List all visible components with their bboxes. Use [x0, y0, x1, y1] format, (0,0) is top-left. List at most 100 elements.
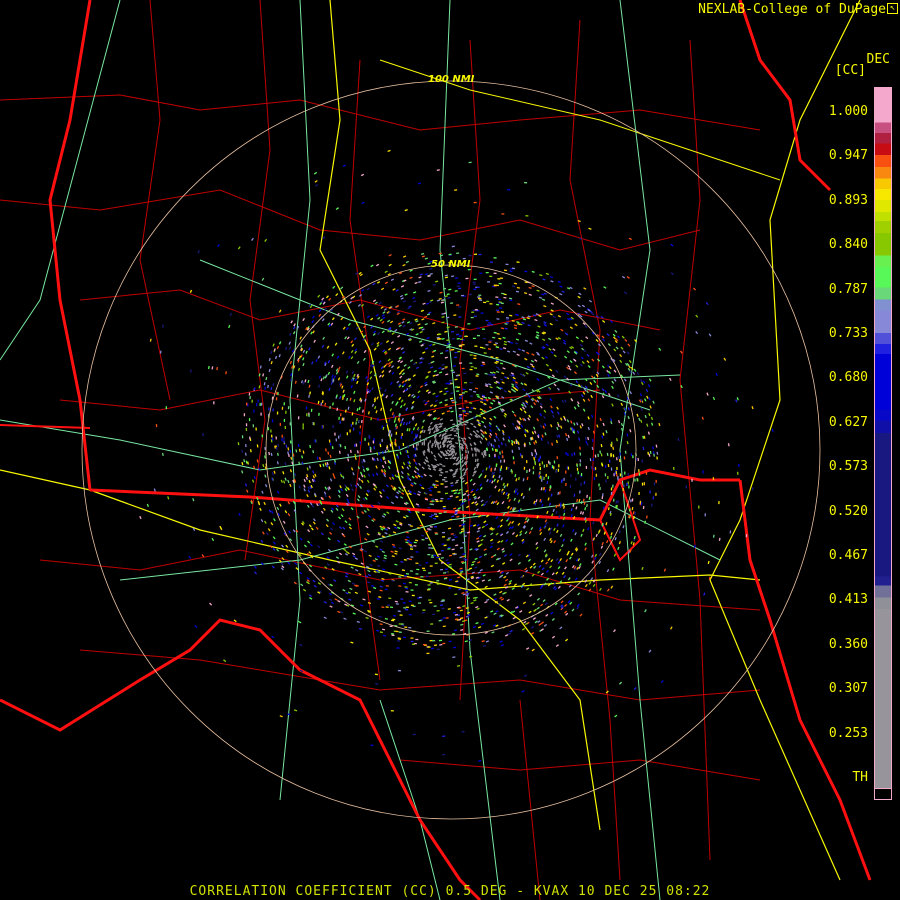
echo-gate: [584, 325, 588, 328]
echo-gate: [519, 610, 523, 613]
echo-gate: [487, 442, 490, 447]
echo-gate: [197, 250, 200, 254]
echo-gate: [362, 598, 366, 601]
echo-gate: [416, 472, 420, 476]
echo-gate: [302, 357, 305, 361]
echo-gate: [360, 479, 364, 483]
echo-gate: [623, 291, 628, 295]
echo-gate: [551, 442, 554, 446]
echo-gate: [398, 371, 402, 375]
echo-gate: [378, 301, 382, 305]
echo-gate: [602, 432, 605, 436]
echo-gate: [507, 390, 512, 393]
echo-gate: [527, 558, 531, 562]
echo-gate: [441, 363, 445, 366]
echo-gate: [317, 355, 321, 359]
echo-gate: [398, 486, 402, 490]
echo-gate: [348, 523, 352, 527]
echo-gate: [509, 629, 513, 633]
echo-gate: [644, 398, 647, 402]
echo-gate: [533, 608, 537, 612]
echo-gate: [477, 434, 481, 438]
echo-gate: [540, 621, 545, 625]
echo-gate: [264, 520, 267, 524]
echo-gate: [488, 434, 492, 439]
echo-gate: [512, 379, 516, 382]
echo-gate: [345, 327, 349, 331]
echo-gate: [376, 555, 381, 558]
echo-gate: [575, 558, 579, 562]
echo-gate: [383, 456, 386, 460]
echo-gate: [566, 419, 570, 423]
echo-gate: [524, 270, 528, 273]
echo-gate: [342, 475, 345, 479]
echo-gate: [431, 427, 435, 431]
echo-gate: [306, 474, 309, 478]
echo-gate: [381, 515, 386, 518]
echo-gate: [523, 410, 527, 414]
echo-gate: [375, 313, 379, 317]
echo-gate: [490, 443, 493, 447]
echo-gate: [294, 472, 297, 477]
echo-gate: [461, 468, 465, 472]
echo-gate: [460, 623, 464, 626]
echo-gate: [515, 534, 519, 538]
echo-gate: [552, 315, 556, 319]
echo-gate: [421, 318, 425, 321]
echo-gate: [577, 220, 581, 223]
echo-gate: [161, 324, 164, 328]
echo-gate: [502, 562, 506, 565]
echo-gate: [495, 380, 499, 384]
echo-gate: [406, 472, 410, 476]
echo-gate: [392, 531, 397, 534]
echo-gate: [430, 404, 434, 407]
cursor-arrow-icon[interactable]: ↖: [887, 3, 898, 14]
echo-gate: [441, 299, 445, 301]
echo-gate: [395, 347, 399, 351]
echo-gate: [295, 449, 298, 453]
echo-gate: [329, 405, 331, 410]
echo-gate: [458, 618, 462, 621]
echo-gate: [363, 349, 367, 354]
echo-gate: [327, 487, 330, 491]
echo-gate: [389, 408, 393, 412]
echo-gate: [542, 599, 546, 603]
echo-gate: [505, 491, 508, 496]
echo-gate: [576, 603, 580, 607]
echo-gate: [399, 360, 404, 364]
echo-gate: [272, 541, 276, 545]
echo-gate: [594, 556, 597, 560]
echo-gate: [358, 477, 361, 481]
echo-gate: [344, 603, 348, 606]
echo-gate: [475, 622, 479, 625]
echo-gate: [523, 674, 528, 678]
echo-gate: [391, 473, 395, 477]
echo-gate: [320, 402, 323, 406]
echo-gate: [512, 376, 516, 380]
echo-gate: [577, 304, 581, 308]
echo-gate: [551, 374, 555, 378]
echo-gate: [367, 411, 370, 415]
echo-gate: [570, 514, 573, 518]
echo-gate: [308, 347, 311, 351]
echo-gate: [345, 370, 349, 374]
echo-gate: [496, 502, 500, 506]
echo-gate: [412, 427, 416, 431]
echo-gate: [573, 406, 577, 410]
echo-gate: [559, 558, 563, 562]
echo-gate: [521, 321, 525, 325]
echo-gate: [640, 419, 643, 423]
echo-gate: [531, 648, 535, 652]
echo-gate: [387, 361, 391, 365]
echo-gate: [327, 360, 331, 364]
echo-gate: [595, 338, 599, 342]
echo-gate: [502, 482, 505, 486]
echo-gate: [330, 364, 334, 368]
echo-gate: [518, 332, 522, 335]
echo-gate: [272, 547, 276, 551]
echo-gate: [432, 349, 437, 352]
echo-gate: [475, 508, 479, 512]
echo-gate: [504, 412, 508, 416]
echo-gate: [591, 312, 595, 316]
echo-gate: [490, 555, 494, 559]
